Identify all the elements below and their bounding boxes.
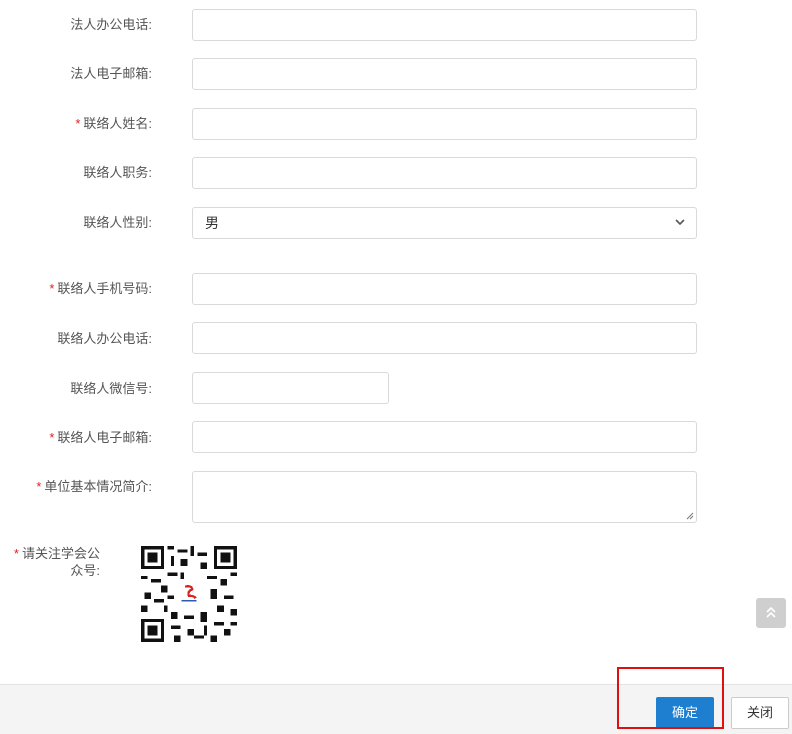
contact-gender-value: 男 [205,215,219,231]
contact-title-label: 联络人职务: [83,165,152,180]
contact-mobile-input[interactable] [192,273,697,305]
legal-office-phone-label: 法人办公电话: [70,17,152,32]
legal-office-phone-input[interactable] [192,9,697,41]
contact-name-label: * 联络人姓名: [75,116,152,131]
double-chevron-up-icon [766,606,776,618]
qr-code-image [141,546,237,642]
contact-mobile-label: * 联络人手机号码: [49,281,152,296]
required-mark: * [36,479,42,494]
contact-gender-select[interactable]: 男 [192,207,697,239]
scroll-to-top-button[interactable] [756,598,786,628]
contact-gender-label: 联络人性别: [83,215,152,230]
contact-email-label: * 联络人电子邮箱: [49,430,152,445]
legal-email-input[interactable] [192,58,697,90]
resize-grip-icon[interactable] [686,512,694,520]
legal-email-label: 法人电子邮箱: [70,66,152,81]
contact-wechat-input[interactable] [192,372,389,404]
follow-account-label: * 请关注学会公 众号: [13,546,100,578]
required-mark: * [49,281,55,296]
required-mark: * [49,430,55,445]
chevron-down-icon [675,219,685,226]
contact-wechat-label: 联络人微信号: [70,381,152,396]
org-intro-label: * 单位基本情况简介: [36,479,152,494]
contact-office-phone-label: 联络人办公电话: [57,331,152,346]
close-button[interactable]: 关闭 [731,697,789,729]
contact-title-input[interactable] [192,157,697,189]
contact-name-input[interactable] [192,108,697,140]
required-mark: * [75,116,81,131]
contact-office-phone-input[interactable] [192,322,697,354]
confirm-button[interactable]: 确定 [656,697,714,729]
org-intro-textarea[interactable] [192,471,697,523]
required-mark: * [13,546,19,561]
contact-email-input[interactable] [192,421,697,453]
